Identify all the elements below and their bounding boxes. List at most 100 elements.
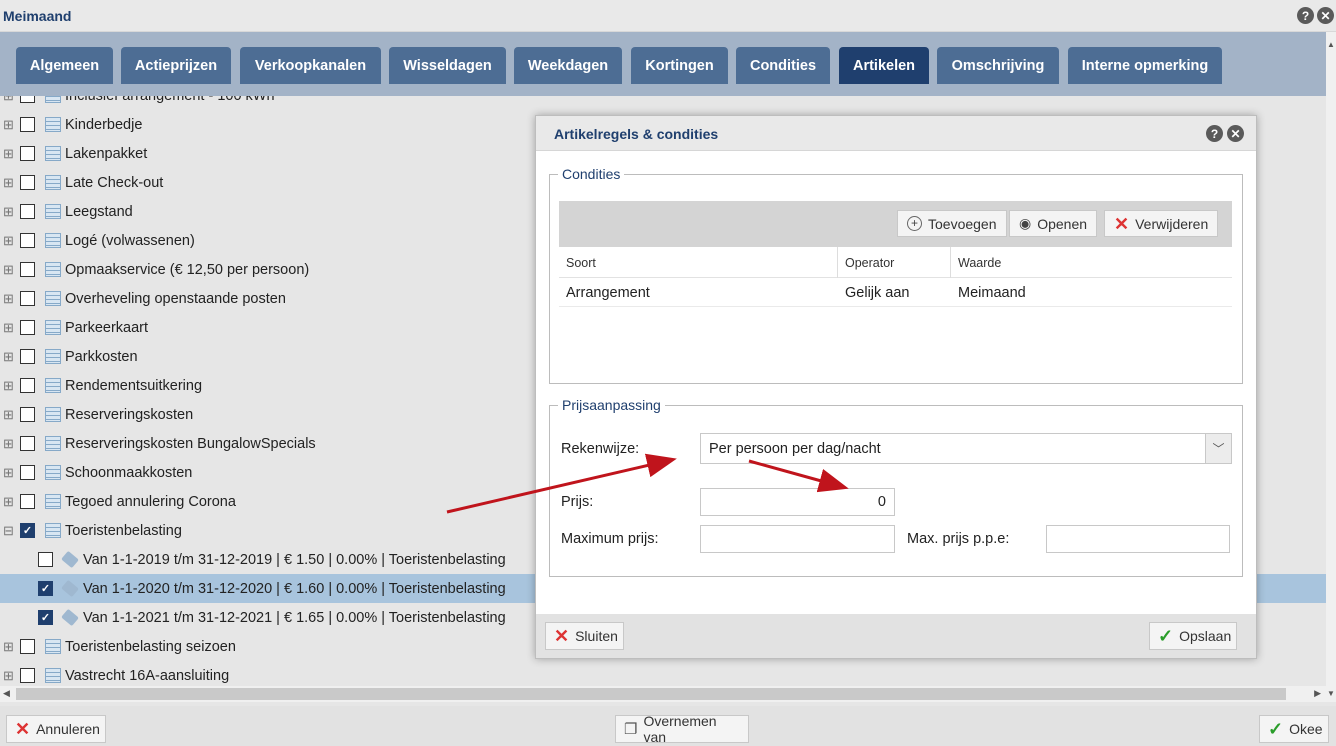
row-checkbox[interactable]: ✓ — [38, 610, 53, 625]
cancel-button[interactable]: ✕ Annuleren — [6, 715, 106, 743]
grid-icon — [45, 175, 61, 190]
expand-icon[interactable]: ⊞ — [3, 465, 14, 481]
save-button[interactable]: ✓ Opslaan — [1149, 622, 1237, 650]
expand-icon[interactable]: ⊞ — [3, 378, 14, 394]
row-checkbox[interactable]: ✓ — [38, 581, 53, 596]
open-label: Openen — [1037, 215, 1088, 232]
method-select[interactable]: Per persoon per dag/nacht ﹀ — [700, 433, 1232, 464]
row-checkbox[interactable]: ✓ — [20, 523, 35, 538]
expand-icon[interactable]: ⊞ — [3, 349, 14, 365]
column-header-waarde[interactable]: Waarde — [951, 247, 1232, 278]
column-header-operator[interactable]: Operator — [838, 247, 951, 278]
max-price-input[interactable] — [700, 525, 895, 553]
expand-icon[interactable]: ⊞ — [3, 407, 14, 423]
tree-row[interactable]: ⊞ Inclusief arrangement - 100 kWh — [0, 96, 1326, 110]
row-checkbox[interactable] — [20, 291, 35, 306]
scroll-down-icon[interactable]: ▼ — [1327, 689, 1335, 698]
tab-weekdagen[interactable]: Weekdagen — [514, 47, 622, 84]
help-icon[interactable]: ? — [1206, 125, 1223, 142]
expand-icon[interactable]: ⊞ — [3, 233, 14, 249]
price-input[interactable] — [700, 488, 895, 516]
row-checkbox[interactable] — [20, 349, 35, 364]
grid-icon — [45, 668, 61, 683]
max-price-label: Maximum prijs: — [561, 531, 659, 547]
scrollbar-thumb[interactable] — [16, 688, 1286, 700]
expand-icon[interactable]: ⊞ — [3, 639, 14, 655]
expand-icon[interactable]: ⊞ — [3, 204, 14, 220]
close-label: Sluiten — [575, 628, 618, 644]
copy-icon: ❐ — [624, 721, 638, 738]
ok-label: Okee — [1289, 721, 1323, 737]
scroll-left-icon[interactable]: ◀ — [3, 688, 10, 699]
tag-icon — [61, 550, 79, 569]
row-checkbox[interactable] — [20, 407, 35, 422]
tab-verkoopkanalen[interactable]: Verkoopkanalen — [240, 47, 381, 84]
tab-wisseldagen[interactable]: Wisseldagen — [389, 47, 506, 84]
expand-icon[interactable]: ⊞ — [3, 320, 14, 336]
expand-icon[interactable]: ⊞ — [3, 668, 14, 684]
expand-icon[interactable]: ⊞ — [3, 117, 14, 133]
price-label: Prijs: — [561, 494, 594, 510]
tree-row-label: Opmaakservice (€ 12,50 per persoon) — [65, 261, 310, 278]
row-checkbox[interactable] — [20, 233, 35, 248]
expand-icon[interactable]: ⊞ — [3, 436, 14, 452]
copy-from-button[interactable]: ❐ Overnemen van — [615, 713, 749, 745]
row-checkbox[interactable] — [20, 639, 35, 654]
grid-icon — [45, 436, 61, 451]
tab-interne-opmerking[interactable]: Interne opmerking — [1068, 47, 1222, 84]
ok-button[interactable]: ✓ Okee — [1259, 715, 1329, 743]
expand-icon[interactable]: ⊞ — [3, 291, 14, 307]
tab-algemeen[interactable]: Algemeen — [16, 47, 113, 84]
horizontal-scrollbar[interactable]: ◀ ▶ — [0, 686, 1326, 702]
delete-condition-button[interactable]: ✕ Verwijderen — [1104, 210, 1219, 237]
row-checkbox[interactable] — [20, 96, 35, 103]
row-checkbox[interactable] — [20, 668, 35, 683]
price-adjustment-fieldset: Prijsaanpassing Rekenwijze: Per persoon … — [549, 397, 1243, 577]
grid-icon — [45, 117, 61, 132]
row-checkbox[interactable] — [38, 552, 53, 567]
row-checkbox[interactable] — [20, 262, 35, 277]
row-checkbox[interactable] — [20, 204, 35, 219]
tree-row[interactable]: ⊞ Vastrecht 16A-aansluiting — [0, 661, 1326, 686]
plus-icon: + — [907, 216, 922, 231]
expand-icon[interactable]: ⊞ — [3, 96, 14, 104]
close-dialog-button[interactable]: ✕ Sluiten — [545, 622, 624, 650]
expand-icon[interactable]: ⊞ — [3, 262, 14, 278]
chevron-down-icon[interactable]: ﹀ — [1205, 434, 1231, 463]
cell-operator: Gelijk aan — [845, 285, 910, 301]
close-icon[interactable]: ✕ — [1227, 125, 1244, 142]
row-checkbox[interactable] — [20, 494, 35, 509]
grid-icon — [45, 639, 61, 654]
tab-kortingen[interactable]: Kortingen — [631, 47, 728, 84]
row-checkbox[interactable] — [20, 117, 35, 132]
tree-row-label: Van 1-1-2020 t/m 31-12-2020 | € 1.60 | 0… — [83, 580, 506, 597]
vertical-scrollbar[interactable]: ▲ ▼ — [1326, 32, 1336, 702]
close-icon[interactable]: ✕ — [1317, 7, 1334, 24]
add-condition-button[interactable]: + Toevoegen — [897, 210, 1007, 237]
expand-icon[interactable]: ⊞ — [3, 494, 14, 510]
scroll-right-icon[interactable]: ▶ — [1314, 688, 1321, 699]
eye-icon: ◉ — [1019, 215, 1032, 231]
column-header-soort[interactable]: Soort — [559, 247, 838, 278]
row-checkbox[interactable] — [20, 378, 35, 393]
max-price-ppe-input[interactable] — [1046, 525, 1230, 553]
delete-label: Verwijderen — [1135, 215, 1209, 232]
expand-icon[interactable]: ⊞ — [3, 175, 14, 191]
tab-artikelen[interactable]: Artikelen — [839, 47, 929, 84]
table-row[interactable]: Arrangement Gelijk aan Meimaand — [559, 279, 1232, 307]
row-checkbox[interactable] — [20, 146, 35, 161]
scroll-up-icon[interactable]: ▲ — [1327, 40, 1335, 49]
row-checkbox[interactable] — [20, 175, 35, 190]
tab-actieprijzen[interactable]: Actieprijzen — [121, 47, 231, 84]
row-checkbox[interactable] — [20, 436, 35, 451]
open-condition-button[interactable]: ◉ Openen — [1009, 210, 1098, 237]
help-icon[interactable]: ? — [1297, 7, 1314, 24]
expand-icon[interactable]: ⊞ — [3, 146, 14, 162]
collapse-icon[interactable]: ⊟ — [3, 523, 14, 539]
tab-omschrijving[interactable]: Omschrijving — [937, 47, 1059, 84]
grid-icon — [45, 291, 61, 306]
tab-condities[interactable]: Condities — [736, 47, 830, 84]
row-checkbox[interactable] — [20, 465, 35, 480]
tree-row-label: Parkkosten — [65, 348, 138, 365]
row-checkbox[interactable] — [20, 320, 35, 335]
